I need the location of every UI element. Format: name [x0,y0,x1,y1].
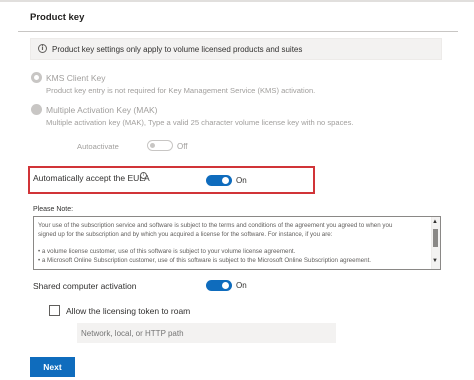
mak-radio-label: Multiple Activation Key (MAK) [46,105,158,115]
scroll-up-icon[interactable]: ▲ [432,219,438,225]
eula-text-line: • a volume license customer, use of this… [38,248,296,255]
mak-radio[interactable] [31,104,42,115]
scroll-down-icon[interactable]: ▼ [432,258,438,264]
autoactivate-toggle[interactable] [147,140,173,151]
section-title: Product key [30,12,85,23]
eula-info-icon[interactable]: i [140,172,147,179]
scroll-thumb[interactable] [433,229,438,247]
eula-text-box[interactable]: Your use of the subscription service and… [33,216,441,270]
shared-activation-state: On [236,281,247,290]
autoactivate-state: Off [177,142,188,151]
please-note-label: Please Note: [33,206,74,213]
eula-toggle[interactable] [206,175,232,186]
kms-radio-label: KMS Client Key [46,73,106,83]
next-button[interactable]: Next [30,357,75,377]
mak-description: Multiple activation key (MAK), Type a va… [46,118,354,127]
eula-text-line: • a Microsoft Online Subscription custom… [38,257,372,264]
eula-text-line: signed up for the subscription and by wh… [38,231,333,238]
shared-activation-label: Shared computer activation [33,281,137,291]
shared-activation-toggle[interactable] [206,280,232,291]
eula-state: On [236,176,247,185]
roam-checkbox-label: Allow the licensing token to roam [66,306,191,316]
info-banner-text: Product key settings only apply to volum… [52,45,303,54]
licensing-path-input[interactable] [77,323,336,343]
eula-label: Automatically accept the EULA [33,173,150,183]
eula-text-line: Your use of the subscription service and… [38,222,393,229]
kms-description: Product key entry is not required for Ke… [46,86,316,95]
autoactivate-label: Autoactivate [77,142,119,151]
info-icon: i [38,44,47,53]
kms-radio[interactable] [31,72,42,83]
roam-checkbox[interactable] [49,305,60,316]
